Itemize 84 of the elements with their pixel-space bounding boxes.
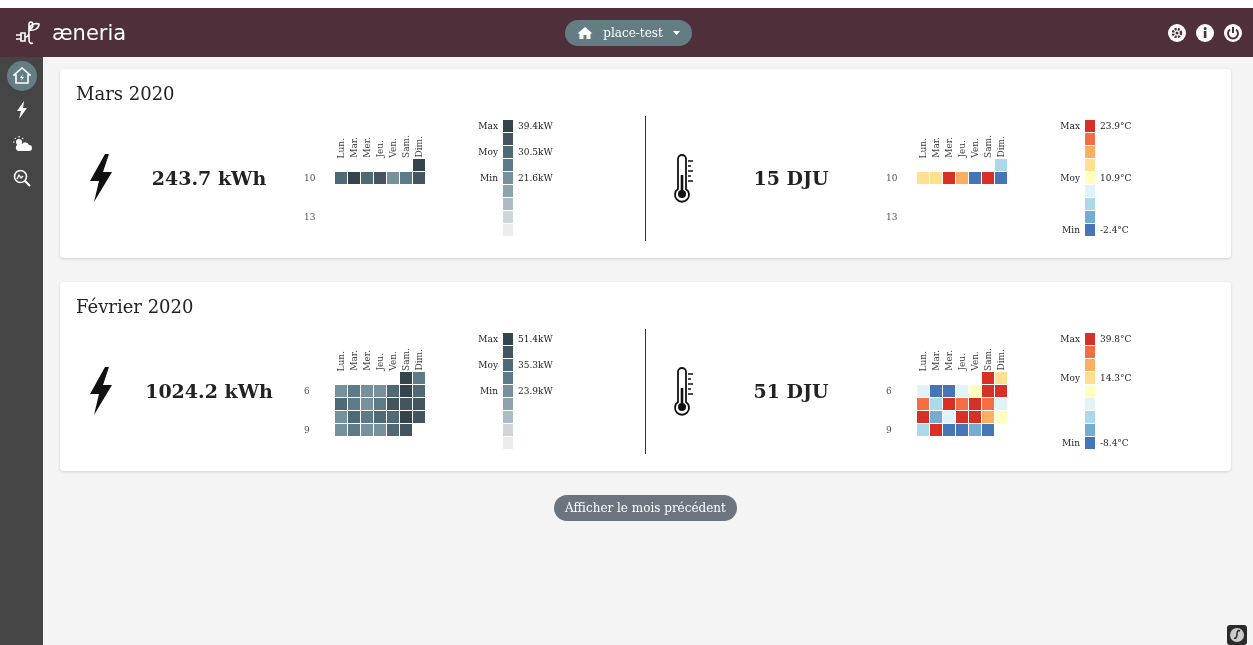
caret-icon: [672, 30, 680, 35]
week-number: 13: [886, 211, 899, 222]
legend-label: Moy: [477, 360, 498, 370]
weekday-label: Dim.: [995, 135, 1007, 158]
week-number: 9: [886, 424, 893, 435]
lightning-icon: [88, 154, 114, 202]
legend-label: Min: [1061, 225, 1080, 235]
home-nav-item[interactable]: [6, 61, 37, 91]
energy-total: 1024.2 kWh: [144, 380, 274, 402]
month-title: Février 2020: [76, 296, 195, 317]
weekday-label: Mar.: [930, 136, 942, 158]
legend-value: 23.9°C: [1100, 121, 1132, 131]
weekday-label: Lun.: [917, 136, 929, 158]
weekday-label: Mar.: [348, 136, 360, 158]
legend-value: -8.4°C: [1100, 438, 1129, 448]
legend-value: 30.5kW: [518, 147, 553, 157]
thermometer-icon: [672, 366, 696, 416]
week-number: 13: [304, 211, 317, 222]
legend-value: 35.3kW: [518, 360, 553, 370]
settings-icon[interactable]: [1167, 22, 1187, 43]
weekday-label: Mer.: [943, 349, 955, 371]
weekday-label: Mer.: [361, 136, 373, 158]
chart-magnifier-icon: [12, 169, 31, 187]
week-number: 6: [304, 385, 311, 396]
weekday-label: Dim.: [413, 348, 425, 371]
week-number: 6: [886, 385, 893, 396]
legend-label: Max: [1059, 121, 1080, 131]
weekday-label: Sam.: [982, 134, 994, 158]
weekday-label: Dim.: [413, 135, 425, 158]
weekday-label: Lun.: [335, 349, 347, 371]
lightning-icon: [88, 367, 114, 415]
weekday-label: Mer.: [943, 136, 955, 158]
energy-total: 243.7 kWh: [150, 167, 268, 189]
legend-value: 14.3°C: [1100, 373, 1132, 383]
lightning-icon: [15, 101, 28, 119]
weekday-label: Jeu.: [956, 352, 968, 371]
legend-label: Min: [479, 173, 498, 183]
legend-label: Max: [477, 121, 498, 131]
weekday-label: Ven.: [969, 350, 981, 371]
legend-value: 21.6kW: [518, 173, 553, 183]
weekday-label: Lun.: [335, 136, 347, 158]
sun-cloud-icon: [11, 136, 32, 152]
legend-value: -2.4°C: [1100, 225, 1129, 235]
debug-toolbar-icon[interactable]: [1227, 625, 1247, 645]
legend-label: Max: [477, 334, 498, 344]
weekday-label: Jeu.: [374, 139, 386, 158]
house-bolt-icon: [12, 67, 31, 85]
legend-label: Moy: [1059, 373, 1080, 383]
legend-value: 10.9°C: [1100, 173, 1132, 183]
info-icon[interactable]: [1195, 22, 1215, 43]
week-number: 10: [886, 172, 899, 183]
legend-label: Max: [1059, 334, 1080, 344]
weekday-label: Ven.: [387, 137, 399, 158]
weekday-label: Mar.: [930, 349, 942, 371]
legend-label: Moy: [477, 147, 498, 157]
weekday-label: Sam.: [400, 134, 412, 158]
weekday-label: Dim.: [995, 348, 1007, 371]
week-number: 10: [304, 172, 317, 183]
legend-label: Min: [479, 386, 498, 396]
month-title: Mars 2020: [76, 83, 176, 104]
legend-value: 39.4kW: [518, 121, 553, 131]
thermometer-icon: [672, 153, 696, 203]
power-icon[interactable]: [1223, 22, 1243, 43]
app-logo-text: æneria: [52, 20, 127, 45]
weekday-label: Jeu.: [956, 139, 968, 158]
place-selector[interactable]: place-test: [565, 19, 692, 46]
previous-month-button[interactable]: Afficher le mois précédent: [554, 495, 737, 521]
weekday-label: Mer.: [361, 349, 373, 371]
legend-value: 39.8°C: [1100, 334, 1132, 344]
degree-days-total: 15 DJU: [752, 167, 830, 189]
week-number: 9: [304, 424, 311, 435]
legend-value: 23.9kW: [518, 386, 553, 396]
weekday-label: Sam.: [400, 347, 412, 371]
weekday-label: Mar.: [348, 349, 360, 371]
legend-label: Min: [1061, 438, 1080, 448]
home-icon: [577, 25, 594, 40]
weekday-label: Sam.: [982, 347, 994, 371]
weekday-label: Lun.: [917, 349, 929, 371]
legend-label: Moy: [1059, 173, 1080, 183]
weekday-label: Ven.: [969, 137, 981, 158]
degree-days-total: 51 DJU: [752, 380, 830, 402]
weekday-label: Jeu.: [374, 352, 386, 371]
legend-value: 51.4kW: [518, 334, 553, 344]
weekday-label: Ven.: [387, 350, 399, 371]
